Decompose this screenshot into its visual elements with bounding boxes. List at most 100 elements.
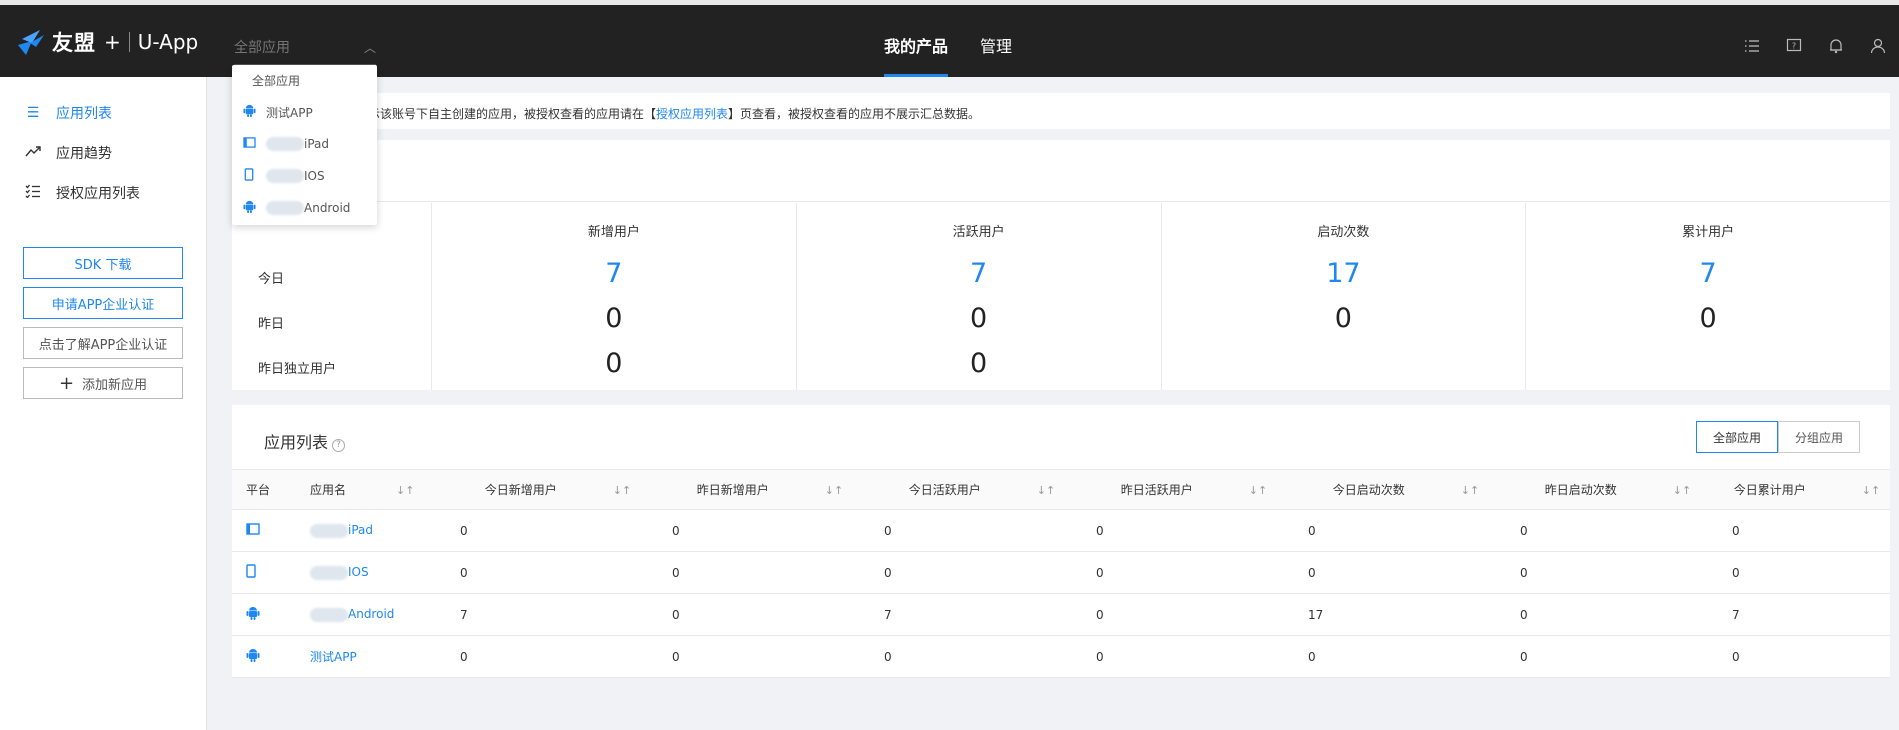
notice-text-before: 只展示该账号下自主创建的应用，被授权查看的应用请在【 [344,107,657,121]
metric-cell: 0 [1300,551,1512,594]
metric-cell: 0 [1088,635,1300,678]
svg-text:?: ? [1792,42,1796,51]
app-name-link[interactable]: IOS [348,565,369,579]
sdk-download-button[interactable]: SDK 下载 [23,247,183,279]
app-name-cell[interactable]: iPad [292,509,452,552]
th-label: 今日累计用户 [1733,483,1806,497]
metric-cell: 0 [452,509,664,552]
checklist-icon [24,184,42,202]
apply-cert-button[interactable]: 申请APP企业认证 [23,287,183,319]
sidebar-item-authorized-apps[interactable]: 授权应用列表 [24,183,140,203]
main-nav: 我的产品 管理 [884,5,1044,77]
stat-value[interactable]: 7 [797,258,1161,289]
phone-icon [246,564,256,581]
app-search-input[interactable] [234,35,354,61]
table-row[interactable]: iPad 0 0 0 0 0 0 0 [232,509,1890,552]
app-name-cell[interactable]: Android [292,593,452,636]
metric-cell: 0 [1300,635,1512,678]
dropdown-item-ipad[interactable]: iPad [232,129,377,159]
th-today-active[interactable]: 今日活跃用户 ↓↑ [876,469,1088,510]
th-platform: 平台 [232,469,292,510]
th-label: 昨日新增用户 [696,483,769,497]
table-row[interactable]: Android 7 0 7 0 17 0 7 [232,593,1890,636]
th-today-new[interactable]: 今日新增用户 ↓↑ [452,469,664,510]
user-icon[interactable] [1869,37,1887,55]
sort-icon[interactable]: ↓↑ [1673,484,1691,497]
app-list-tabs: 全部应用 分组应用 [1696,421,1860,453]
col-title: 活跃用户 [952,225,1005,240]
stat-value[interactable]: 17 [1162,258,1526,289]
table-row[interactable]: IOS 0 0 0 0 0 0 0 [232,551,1890,594]
summary-row-labels: 今日 昨日 昨日独立用户 [232,203,432,390]
sort-icon[interactable]: ↓↑ [613,484,631,497]
metric-cell: 0 [876,551,1088,594]
summary-grid: 今日 昨日 昨日独立用户 新增用户 7 0 0 活跃用户 7 0 0 启动次数 … [232,203,1890,390]
th-app-name[interactable]: 应用名 ↓↑ [292,469,452,510]
dropdown-item-ios[interactable]: IOS [232,161,377,191]
sidebar-item-app-list[interactable]: ☰ 应用列表 [24,103,112,123]
tab-all-apps[interactable]: 全部应用 [1696,421,1778,453]
stat-value: 0 [1334,303,1352,334]
help-icon[interactable]: ? [332,439,346,452]
metric-cell: 17 [1300,593,1512,636]
table-row[interactable]: 测试APP 0 0 0 0 0 0 0 [232,635,1890,678]
metric-cell: 7 [876,593,1088,636]
app-name-cell[interactable]: IOS [292,551,452,594]
nav-my-products[interactable]: 我的产品 [884,5,949,77]
sort-icon[interactable]: ↓↑ [396,484,414,497]
logo[interactable]: 友盟 + U-App [16,27,198,57]
phone-icon [242,168,256,184]
th-today-total[interactable]: 今日累计用户 ↓↑ [1724,469,1890,510]
metric-cell: 7 [1724,593,1890,636]
th-today-launches[interactable]: 今日启动次数 ↓↑ [1300,469,1512,510]
dropdown-item-all[interactable]: 全部应用 [232,65,377,95]
th-yesterday-active[interactable]: 昨日活跃用户 ↓↑ [1088,469,1300,510]
sort-icon[interactable]: ↓↑ [825,484,843,497]
dropdown-item-test-app[interactable]: 测试APP [232,97,377,127]
sidebar-item-label: 授权应用列表 [56,186,140,202]
th-yesterday-new[interactable]: 昨日新增用户 ↓↑ [664,469,876,510]
summary-col-total-users: 累计用户 7 0 [1526,203,1890,390]
authorized-apps-link[interactable]: 授权应用列表 [656,107,728,121]
th-label: 今日活跃用户 [908,483,981,497]
brand-plus: + [104,30,121,54]
metric-cell: 0 [1300,509,1512,552]
app-name-link[interactable]: Android [348,607,394,621]
umeng-bird-icon [18,30,44,55]
android-icon [242,104,256,120]
nav-manage[interactable]: 管理 [980,5,1012,77]
help-icon[interactable]: ? [1785,37,1803,55]
stat-value[interactable]: 7 [1526,258,1890,289]
add-app-button[interactable]: + 添加新应用 [23,367,183,399]
th-label: 应用名 [310,483,347,497]
android-icon [242,200,256,216]
list-icon[interactable] [1743,37,1761,55]
sort-icon[interactable]: ↓↑ [1249,484,1267,497]
sort-icon[interactable]: ↓↑ [1037,484,1055,497]
sidebar-item-app-trend[interactable]: 应用趋势 [24,143,112,163]
sidebar: ☰ 应用列表 应用趋势 授权应用列表 SDK 下载 申请APP企业认证 点击了解… [0,77,207,730]
dropdown-item-label: Android [304,201,351,215]
learn-cert-button[interactable]: 点击了解APP企业认证 [23,327,183,359]
app-name-link[interactable]: iPad [348,523,373,537]
sort-icon[interactable]: ↓↑ [1461,484,1479,497]
th-yesterday-launches[interactable]: 昨日启动次数 ↓↑ [1512,469,1724,510]
metric-cell: 0 [664,551,876,594]
metric-cell: 0 [452,635,664,678]
sort-icon[interactable]: ↓↑ [1862,484,1880,497]
th-label: 今日新增用户 [484,483,557,497]
app-name-cell[interactable]: 测试APP [292,635,452,678]
app-selector[interactable]: ︿ [234,35,376,65]
stat-value[interactable]: 7 [432,258,796,289]
platform-cell [232,635,292,678]
metric-cell: 0 [1088,509,1300,552]
product-name: U-App [137,30,199,54]
app-name-link[interactable]: 测试APP [310,650,357,664]
chevron-up-icon[interactable]: ︿ [364,39,376,56]
stat-value: 0 [1699,303,1717,334]
tab-group-apps[interactable]: 分组应用 [1778,421,1860,453]
bell-icon[interactable] [1827,37,1845,55]
dropdown-item-android[interactable]: Android [232,193,377,223]
metric-cell: 0 [1724,509,1890,552]
list-icon: ☰ [26,105,40,121]
